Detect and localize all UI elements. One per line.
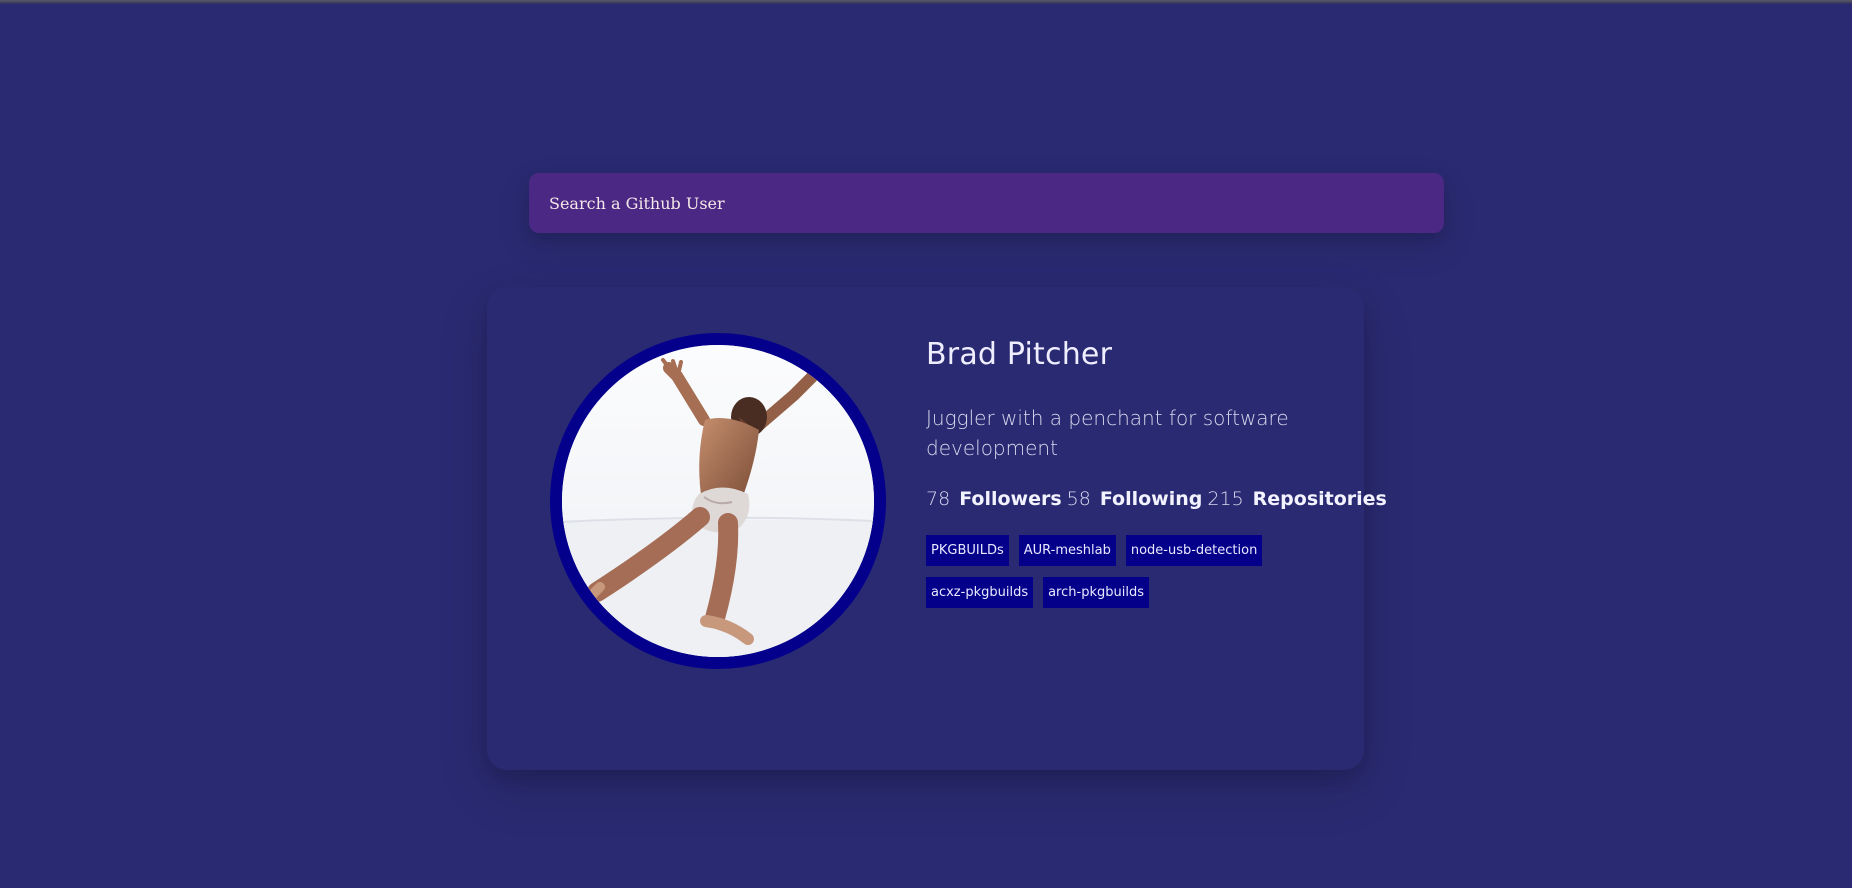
following-count: 58 <box>1066 488 1091 510</box>
repo-link[interactable]: node-usb-detection <box>1125 535 1263 566</box>
repositories-count: 215 <box>1207 488 1244 510</box>
window-top-edge <box>0 0 1852 4</box>
search-form <box>529 173 1444 233</box>
avatar <box>550 333 886 669</box>
repositories-label: Repositories <box>1252 488 1387 510</box>
user-stats: 78 Followers 58 Following 215 Repositori… <box>926 485 1387 513</box>
user-bio: Juggler with a penchant for software dev… <box>926 406 1289 460</box>
repo-link[interactable]: AUR-meshlab <box>1018 535 1116 566</box>
repo-list: PKGBUILDs AUR-meshlab node-usb-detection… <box>926 535 1356 608</box>
user-avatar-photo-icon <box>562 345 874 657</box>
user-name: Brad Pitcher <box>926 337 1113 372</box>
repo-link[interactable]: PKGBUILDs <box>926 535 1009 566</box>
following-label: Following <box>1099 488 1203 510</box>
repo-link[interactable]: acxz-pkgbuilds <box>926 577 1034 608</box>
repo-link[interactable]: arch-pkgbuilds <box>1043 577 1149 608</box>
followers-count: 78 <box>926 488 951 510</box>
search-input[interactable] <box>529 173 1444 233</box>
followers-label: Followers <box>959 488 1062 510</box>
